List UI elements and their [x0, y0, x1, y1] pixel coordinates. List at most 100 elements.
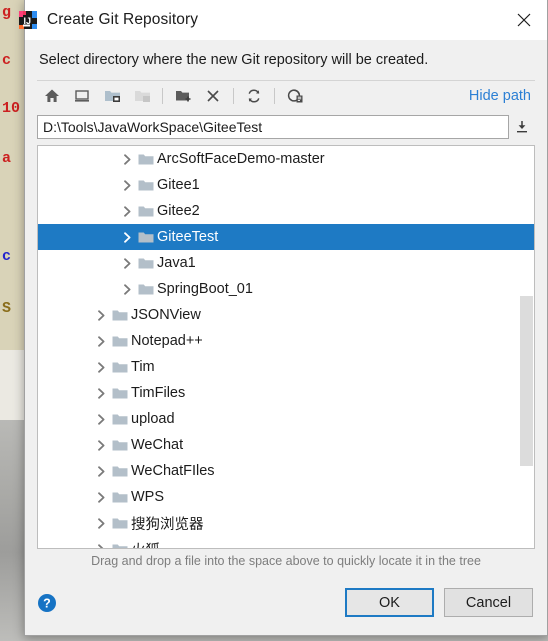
chevron-right-icon — [97, 387, 104, 399]
chevron-right-icon — [97, 543, 104, 548]
folder-icon — [110, 413, 130, 426]
dialog-prompt: Select directory where the new Git repos… — [39, 52, 429, 68]
intellij-idea-icon: IJ — [19, 11, 37, 29]
tree-expand-arrow[interactable] — [92, 413, 110, 425]
drop-down-history-glyph — [517, 121, 527, 133]
tree-row[interactable]: JSONView — [38, 302, 534, 328]
module-folder-icon — [127, 83, 157, 109]
folder-icon — [110, 439, 130, 452]
tree-row[interactable]: 搜狗浏览器 — [38, 510, 534, 536]
hide-path-link[interactable]: Hide path — [469, 88, 531, 104]
project-folder-icon[interactable] — [97, 83, 127, 109]
tree-row-label: upload — [131, 411, 175, 427]
toolbar-separator — [162, 88, 163, 104]
chevron-right-icon — [123, 205, 130, 217]
tree-row[interactable]: WPS — [38, 484, 534, 510]
folder-icon — [138, 284, 154, 294]
chevron-right-icon — [97, 413, 104, 425]
tree-row[interactable]: ArcSoftFaceDemo-master — [38, 146, 534, 172]
backdrop-code-fragment: a — [2, 150, 12, 167]
drag-drop-hint: Drag and drop a file into the space abov… — [91, 554, 481, 568]
tree-expand-arrow[interactable] — [92, 543, 110, 548]
backdrop-code-fragment: c — [2, 248, 12, 265]
chevron-right-icon — [97, 361, 104, 373]
tree-expand-arrow[interactable] — [92, 309, 110, 321]
tree-expand-arrow[interactable] — [92, 335, 110, 347]
desktop-icon[interactable] — [67, 83, 97, 109]
tree-expand-arrow[interactable] — [92, 439, 110, 451]
home-glyph — [45, 89, 59, 102]
home-icon[interactable] — [37, 83, 67, 109]
ok-button[interactable]: OK — [345, 588, 434, 617]
tree-expand-arrow[interactable] — [92, 517, 110, 529]
tree-row-container: ArcSoftFaceDemo-master Gitee1 Gitee2 GiteeT… — [38, 146, 534, 548]
folder-icon — [136, 179, 156, 192]
drop-down-history-icon[interactable] — [509, 115, 535, 139]
new-folder-icon[interactable] — [168, 83, 198, 109]
tree-expand-arrow[interactable] — [92, 465, 110, 477]
tree-row-label: SpringBoot_01 — [157, 281, 253, 297]
path-input[interactable] — [37, 115, 509, 139]
tree-expand-arrow[interactable] — [92, 361, 110, 373]
folder-icon — [112, 492, 128, 502]
folder-icon — [112, 544, 128, 548]
tree-row[interactable]: GiteeTest — [38, 224, 534, 250]
tree-expand-arrow[interactable] — [118, 257, 136, 269]
tree-row[interactable]: Java1 — [38, 250, 534, 276]
dialog-content: Select directory where the new Git repos… — [25, 40, 547, 568]
tree-row[interactable]: WeChat — [38, 432, 534, 458]
tree-expand-arrow[interactable] — [118, 231, 136, 243]
folder-icon — [110, 335, 130, 348]
cancel-button[interactable]: Cancel — [444, 588, 533, 617]
tree-row[interactable]: WeChatFIles — [38, 458, 534, 484]
tree-row[interactable]: Tim — [38, 354, 534, 380]
folder-icon — [138, 180, 154, 190]
tree-row[interactable]: Gitee2 — [38, 198, 534, 224]
refresh-icon[interactable] — [239, 83, 269, 109]
tree-expand-arrow[interactable] — [118, 205, 136, 217]
folder-icon — [112, 518, 128, 528]
tree-row[interactable]: upload — [38, 406, 534, 432]
tree-row[interactable]: 火狐 — [38, 536, 534, 548]
tree-expand-arrow[interactable] — [118, 153, 136, 165]
tree-expand-arrow[interactable] — [118, 179, 136, 191]
folder-icon — [112, 440, 128, 450]
tree-row-label: Tim — [131, 359, 155, 375]
dialog-footer: ? OK Cancel — [25, 579, 547, 635]
help-question-mark: ? — [43, 597, 51, 611]
chevron-right-icon — [123, 153, 130, 165]
tree-row-label: WeChatFIles — [131, 463, 215, 479]
tree-row[interactable]: SpringBoot_01 — [38, 276, 534, 302]
backdrop-editor-strip: g c 10 a c S — [0, 0, 27, 350]
tree-expand-arrow[interactable] — [92, 387, 110, 399]
file-chooser-toolbar: Hide path — [37, 80, 535, 111]
create-git-repository-dialog: IJ Create Git Repository Select director… — [19, 0, 548, 636]
help-icon[interactable]: ? — [37, 593, 57, 613]
close-glyph — [517, 13, 531, 27]
tree-row[interactable]: Gitee1 — [38, 172, 534, 198]
scrollbar-thumb[interactable] — [520, 296, 533, 466]
folder-icon — [138, 232, 154, 242]
tree-row[interactable]: Notepad++ — [38, 328, 534, 354]
path-row — [37, 115, 535, 139]
chevron-right-icon — [123, 179, 130, 191]
tree-row-label: Gitee2 — [157, 203, 200, 219]
delete-icon[interactable] — [198, 83, 228, 109]
tree-expand-arrow[interactable] — [118, 283, 136, 295]
tree-expand-arrow[interactable] — [92, 491, 110, 503]
project-folder-glyph — [104, 91, 120, 102]
directory-tree[interactable]: ArcSoftFaceDemo-master Gitee1 Gitee2 GiteeT… — [37, 145, 535, 549]
tree-row[interactable]: TimFiles — [38, 380, 534, 406]
dialog-titlebar: IJ Create Git Repository — [19, 0, 547, 40]
show-hidden-files-glyph — [287, 89, 302, 103]
chevron-right-icon — [97, 517, 104, 529]
folder-icon — [136, 257, 156, 270]
backdrop-code-fragment: c — [2, 52, 12, 69]
tree-vertical-scrollbar[interactable] — [520, 146, 533, 548]
folder-icon — [110, 491, 130, 504]
tree-row-label: GiteeTest — [157, 229, 219, 245]
show-hidden-files-icon[interactable] — [280, 83, 310, 109]
close-icon[interactable] — [501, 0, 547, 40]
module-folder-glyph — [134, 91, 150, 102]
dialog-title: Create Git Repository — [47, 11, 199, 28]
